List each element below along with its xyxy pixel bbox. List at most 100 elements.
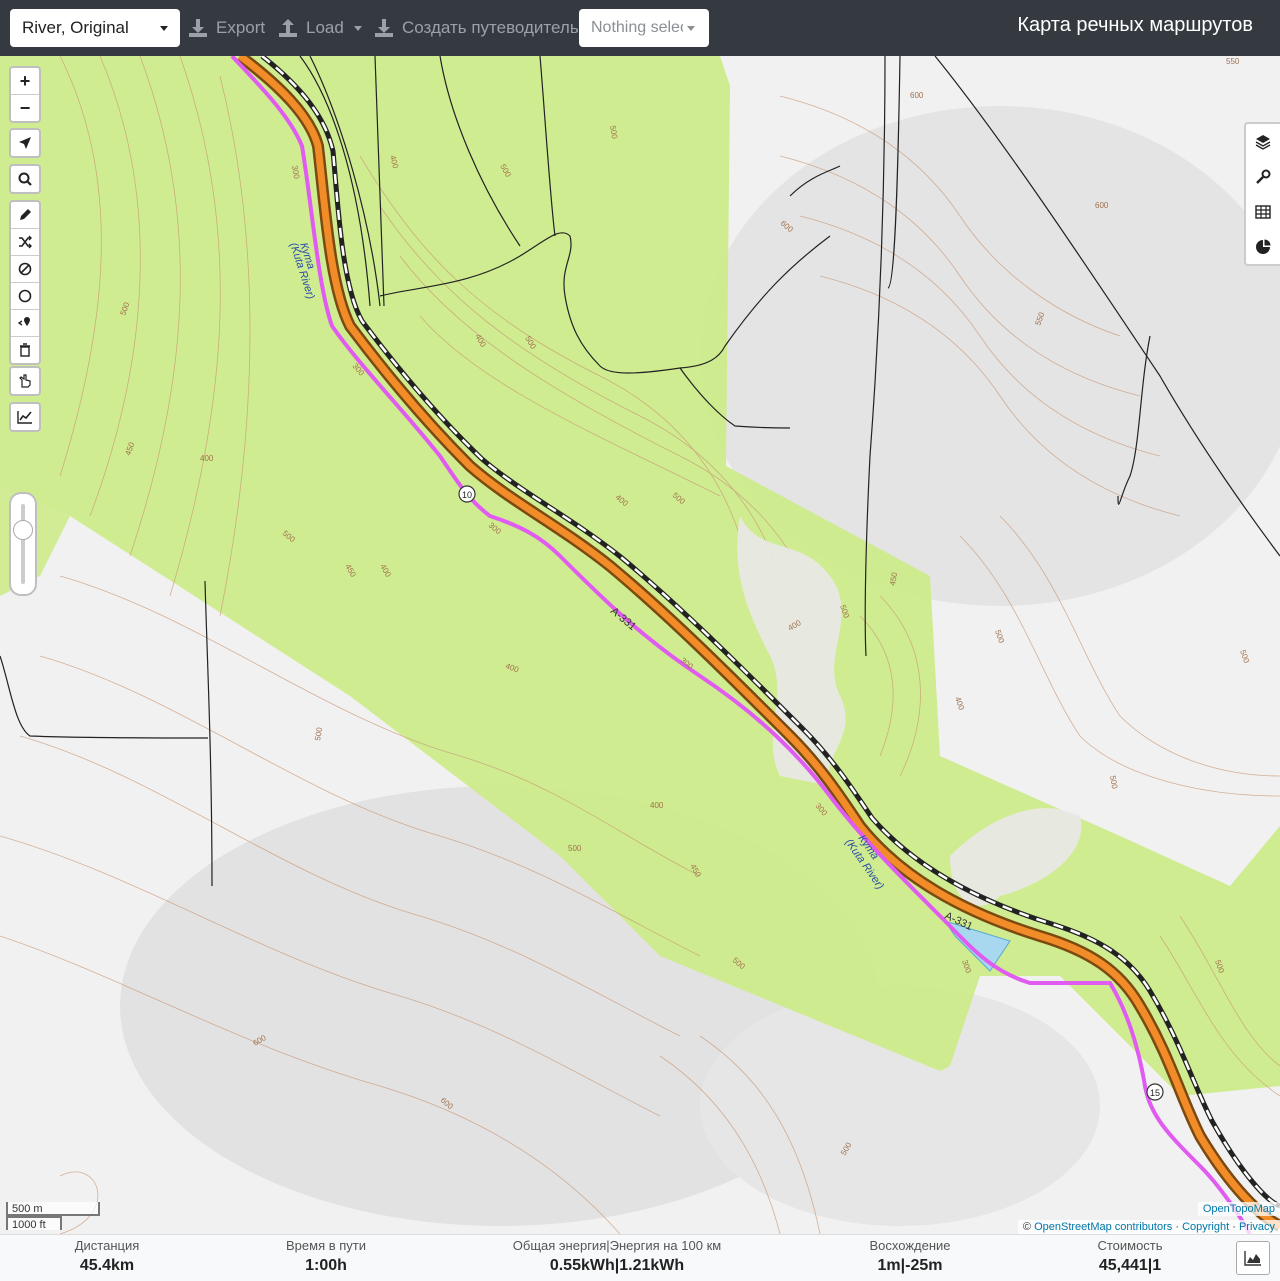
search-control	[9, 164, 41, 194]
cost-count: 1	[1152, 1257, 1162, 1274]
route-summary-footer: Дистанция 45.4km Время в пути 1:00h Обща…	[0, 1234, 1280, 1281]
cost-stat: Стоимость 45,441|1	[1070, 1238, 1190, 1275]
shuffle-button[interactable]	[11, 229, 39, 256]
settings-button[interactable]	[1246, 159, 1280, 194]
no-go-area-button[interactable]	[11, 256, 39, 283]
download-icon	[189, 19, 207, 37]
location-arrow-icon	[19, 137, 31, 149]
table-button[interactable]	[1246, 194, 1280, 229]
trash-icon	[20, 343, 30, 357]
attribution-separator: ·	[1232, 1221, 1236, 1233]
duration-stat: Время в пути 1:00h	[256, 1238, 396, 1275]
energy-label: Общая энергия|Энергия на 100 км	[512, 1238, 722, 1253]
zoom-control: + −	[9, 66, 41, 123]
duration-label: Время в пути	[286, 1238, 366, 1253]
energy-per100-unit: kWh	[650, 1257, 685, 1274]
energy-per100-value: 1.21	[619, 1257, 651, 1274]
download-icon	[375, 19, 393, 37]
privacy-link[interactable]: Privacy	[1239, 1221, 1275, 1233]
contour-label: 550	[1226, 57, 1240, 66]
load-button[interactable]: Load	[278, 14, 362, 42]
contour-label: 500	[568, 844, 582, 853]
attribution-separator: ·	[1175, 1221, 1179, 1233]
selection-select[interactable]: Nothing selected	[579, 9, 709, 47]
route-marker-10-label: 10	[462, 490, 472, 500]
pie-chart-icon	[1256, 239, 1271, 254]
slider-handle[interactable]	[13, 520, 33, 540]
search-button[interactable]	[11, 166, 39, 192]
ban-icon	[18, 262, 32, 276]
hand-pointer-icon	[19, 374, 31, 388]
toggle-chart-button[interactable]	[1236, 1241, 1270, 1275]
chevron-down-icon	[687, 25, 695, 31]
contour-label: 600	[1095, 201, 1109, 210]
scale-imperial: 1000 ft	[6, 1216, 62, 1231]
export-button[interactable]: Export	[188, 14, 265, 42]
chevron-down-icon	[353, 25, 362, 31]
ascent-down-value: -25	[905, 1257, 929, 1274]
distance-unit: km	[111, 1257, 135, 1274]
pencil-icon	[20, 209, 31, 220]
distance-stat: Дистанция 45.4km	[40, 1238, 174, 1275]
create-guide-button[interactable]: Создать путеводитель	[374, 14, 579, 42]
slider-track	[21, 504, 25, 584]
contour-label: 400	[200, 454, 214, 463]
route-marker-15-label: 15	[1150, 1088, 1160, 1098]
pointer-button[interactable]	[11, 368, 39, 394]
shuffle-icon	[19, 235, 32, 249]
circle-icon	[18, 289, 32, 303]
ascent-down-unit: m	[928, 1257, 943, 1274]
statistics-button[interactable]	[1246, 229, 1280, 264]
zoom-in-button[interactable]: +	[11, 68, 39, 95]
upload-icon	[279, 19, 297, 37]
ascent-stat: Восхождение 1m|-25m	[840, 1238, 980, 1275]
map-marker-arrows-icon	[18, 317, 30, 326]
energy-stat: Общая энергия|Энергия на 100 км 0.55kWh|…	[497, 1238, 737, 1275]
export-label: Export	[216, 18, 266, 37]
selection-select-value: Nothing selected	[591, 19, 683, 36]
table-icon	[1255, 204, 1271, 219]
chevron-down-icon	[160, 25, 168, 31]
copyright-link[interactable]: Copyright	[1182, 1221, 1229, 1233]
draw-route-button[interactable]	[11, 202, 39, 229]
area-chart-icon	[1244, 1251, 1261, 1266]
cost-value: 45,441	[1098, 1257, 1148, 1274]
top-navbar: River, Original Export Load Создать путе…	[0, 0, 1280, 56]
search-icon	[18, 172, 32, 186]
load-label: Load	[306, 18, 344, 37]
pointer-control	[9, 366, 41, 396]
draw-toolbar	[9, 200, 41, 365]
layers-icon	[1255, 134, 1271, 150]
tile-attribution-link[interactable]: OpenTopoMap	[1197, 1202, 1280, 1216]
map-attribution: © OpenStreetMap contributors · Copyright…	[1017, 1220, 1280, 1234]
profile-select-value: River, Original	[22, 18, 129, 37]
reverse-route-button[interactable]	[11, 310, 39, 337]
locate-control	[9, 128, 41, 158]
cost-label: Стоимость	[1097, 1238, 1163, 1253]
duration-value: 1:00	[305, 1257, 338, 1274]
right-toolbar	[1244, 122, 1280, 266]
duration-unit: h	[337, 1257, 347, 1274]
layers-button[interactable]	[1246, 124, 1280, 159]
profile-select[interactable]: River, Original	[10, 9, 180, 47]
energy-total-value: 0.55	[549, 1257, 581, 1274]
wrench-icon	[1256, 169, 1271, 184]
locate-button[interactable]	[11, 130, 39, 156]
osm-contributors-link[interactable]: OpenStreetMap contributors	[1034, 1221, 1172, 1233]
contour-label: 600	[910, 91, 924, 100]
delete-route-button[interactable]	[11, 337, 39, 363]
scale-metric: 500 m	[6, 1202, 100, 1216]
copyright-symbol: ©	[1022, 1221, 1032, 1233]
scale-bar: 500 m 1000 ft	[6, 1202, 100, 1231]
opacity-slider[interactable]	[9, 492, 37, 596]
map-canvas[interactable]: 10 15 Кута (Kuta River) Кута (Kuta River…	[0, 56, 1280, 1234]
ascent-label: Восхождение	[869, 1238, 951, 1253]
ascent-up-unit: m	[886, 1257, 901, 1274]
app-title: Карта речных маршрутов	[1017, 14, 1253, 36]
zoom-out-button[interactable]: −	[11, 95, 39, 121]
line-chart-icon	[17, 411, 32, 424]
elevation-profile-button[interactable]	[11, 404, 39, 430]
map-tiles[interactable]: 10 15 Кута (Kuta River) Кута (Kuta River…	[0, 56, 1280, 1234]
circle-area-button[interactable]	[11, 283, 39, 310]
elevation-control	[9, 402, 41, 432]
